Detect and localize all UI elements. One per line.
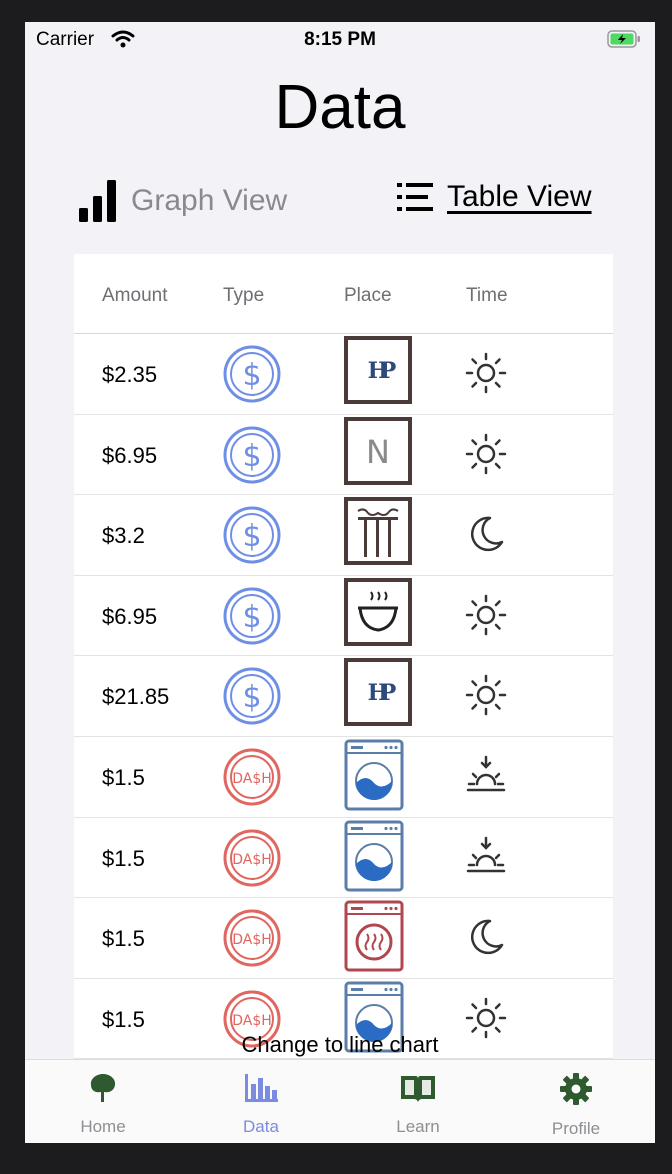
washer-icon [344, 739, 404, 816]
column-header-time: Time [466, 285, 508, 306]
washer-icon [344, 820, 404, 897]
dash-icon: DA$H [221, 828, 283, 893]
column-header-type: Type [223, 285, 265, 306]
clock: 8:15 PM [304, 29, 376, 50]
column-header-place: Place [344, 285, 392, 306]
bar-chart-icon [79, 180, 116, 222]
table-row[interactable]: $1.5 DA$H [74, 818, 613, 899]
amount-cell: $1.5 [102, 926, 145, 952]
svg-text:P: P [380, 358, 397, 384]
column-header-amount: Amount [102, 285, 168, 306]
amount-cell: $6.95 [102, 442, 158, 468]
transactions-table: Amount Type Place Time $2.35 $ H P $6.95 $ N $3… [74, 254, 613, 1104]
n-logo: N [344, 416, 412, 490]
graph-view-toggle[interactable]: Graph View [79, 180, 287, 222]
dryer-icon [344, 900, 404, 977]
amount-cell: $2.35 [102, 362, 158, 387]
tab-profile[interactable]: Profile [516, 1072, 636, 1139]
table-row[interactable]: $21.85 $ H P [74, 656, 613, 737]
dollar-icon: $ [221, 505, 283, 570]
sun-icon [464, 351, 508, 400]
tab-learn[interactable]: Learn [358, 1072, 478, 1137]
change-to-line-chart-link[interactable]: Change to line chart [25, 1032, 655, 1058]
svg-text:DA$H: DA$H [232, 852, 272, 868]
amount-cell: $1.5 [102, 1006, 145, 1032]
book-icon [401, 1076, 435, 1102]
tab-data[interactable]: Data [201, 1072, 321, 1137]
table-row[interactable]: $2.35 $ H P [74, 334, 613, 415]
table-row[interactable]: $1.5 DA$H [74, 737, 613, 818]
sun-icon [464, 673, 508, 722]
dash-icon: DA$H [221, 908, 283, 973]
amount-cell: $21.85 [102, 684, 170, 710]
tab-profile-label: Profile [551, 1119, 601, 1138]
pillar-logo [344, 497, 412, 570]
dash-icon: DA$H [221, 747, 283, 812]
svg-text:$: $ [242, 600, 261, 635]
table-view-label: Table View [447, 180, 592, 213]
list-icon [397, 183, 433, 211]
svg-text:$: $ [242, 439, 261, 474]
battery-charging-icon [607, 30, 640, 48]
tab-home-label: Home [80, 1117, 126, 1136]
tree-icon [90, 1074, 116, 1102]
tab-data-label: Data [243, 1117, 279, 1136]
sunset-icon [464, 835, 508, 884]
svg-text:P: P [380, 680, 397, 706]
table-row[interactable]: $3.2 $ [74, 495, 613, 576]
moon-icon [464, 915, 508, 964]
sun-icon [464, 593, 508, 642]
tab-home[interactable]: Home [43, 1072, 163, 1137]
amount-cell: $1.5 [102, 764, 145, 790]
hp-logo: HP [344, 658, 412, 731]
dollar-icon: $ [221, 666, 283, 731]
phone-screen: Carrier 8:15 PM Data Graph View Table Vi… [25, 22, 655, 1143]
graph-view-label: Graph View [131, 184, 288, 217]
gear-icon [560, 1073, 592, 1105]
table-row[interactable]: $1.5 DA$H [74, 898, 613, 979]
bar-chart-icon [245, 1074, 278, 1102]
table-header-row: Amount Type Place Time [74, 254, 613, 334]
bowl-logo [344, 577, 412, 651]
tab-learn-label: Learn [396, 1117, 440, 1136]
svg-text:$: $ [242, 519, 261, 554]
svg-text:DA$H: DA$H [232, 932, 272, 948]
table-view-toggle[interactable]: Table View [397, 180, 592, 214]
sunset-icon [464, 754, 508, 803]
table-row[interactable]: $6.95 $ [74, 576, 613, 657]
page-title: Data [274, 73, 406, 142]
dollar-icon: $ [221, 586, 283, 651]
table-body: $2.35 $ H P $6.95 $ N $3.2 $ $6.95 $ $21.85 $ H P $1.5 D… [74, 334, 613, 1060]
sun-icon [464, 432, 508, 481]
svg-text:DA$H: DA$H [232, 1013, 272, 1029]
amount-cell: $6.95 [102, 603, 158, 629]
svg-text:$: $ [242, 358, 261, 393]
amount-cell: $1.5 [102, 845, 145, 871]
table-row[interactable]: $6.95 $ N [74, 415, 613, 496]
dollar-icon: $ [221, 344, 283, 409]
hp-logo: HP [344, 336, 412, 409]
dollar-icon: $ [221, 425, 283, 490]
tab-bar: Home Data Learn Profile [25, 1059, 655, 1143]
status-bar: Carrier 8:15 PM [25, 22, 655, 62]
svg-text:$: $ [242, 680, 261, 715]
moon-icon [464, 512, 508, 561]
svg-text:DA$H: DA$H [232, 771, 272, 787]
amount-cell: $3.2 [102, 523, 145, 549]
svg-text:N: N [366, 433, 390, 471]
